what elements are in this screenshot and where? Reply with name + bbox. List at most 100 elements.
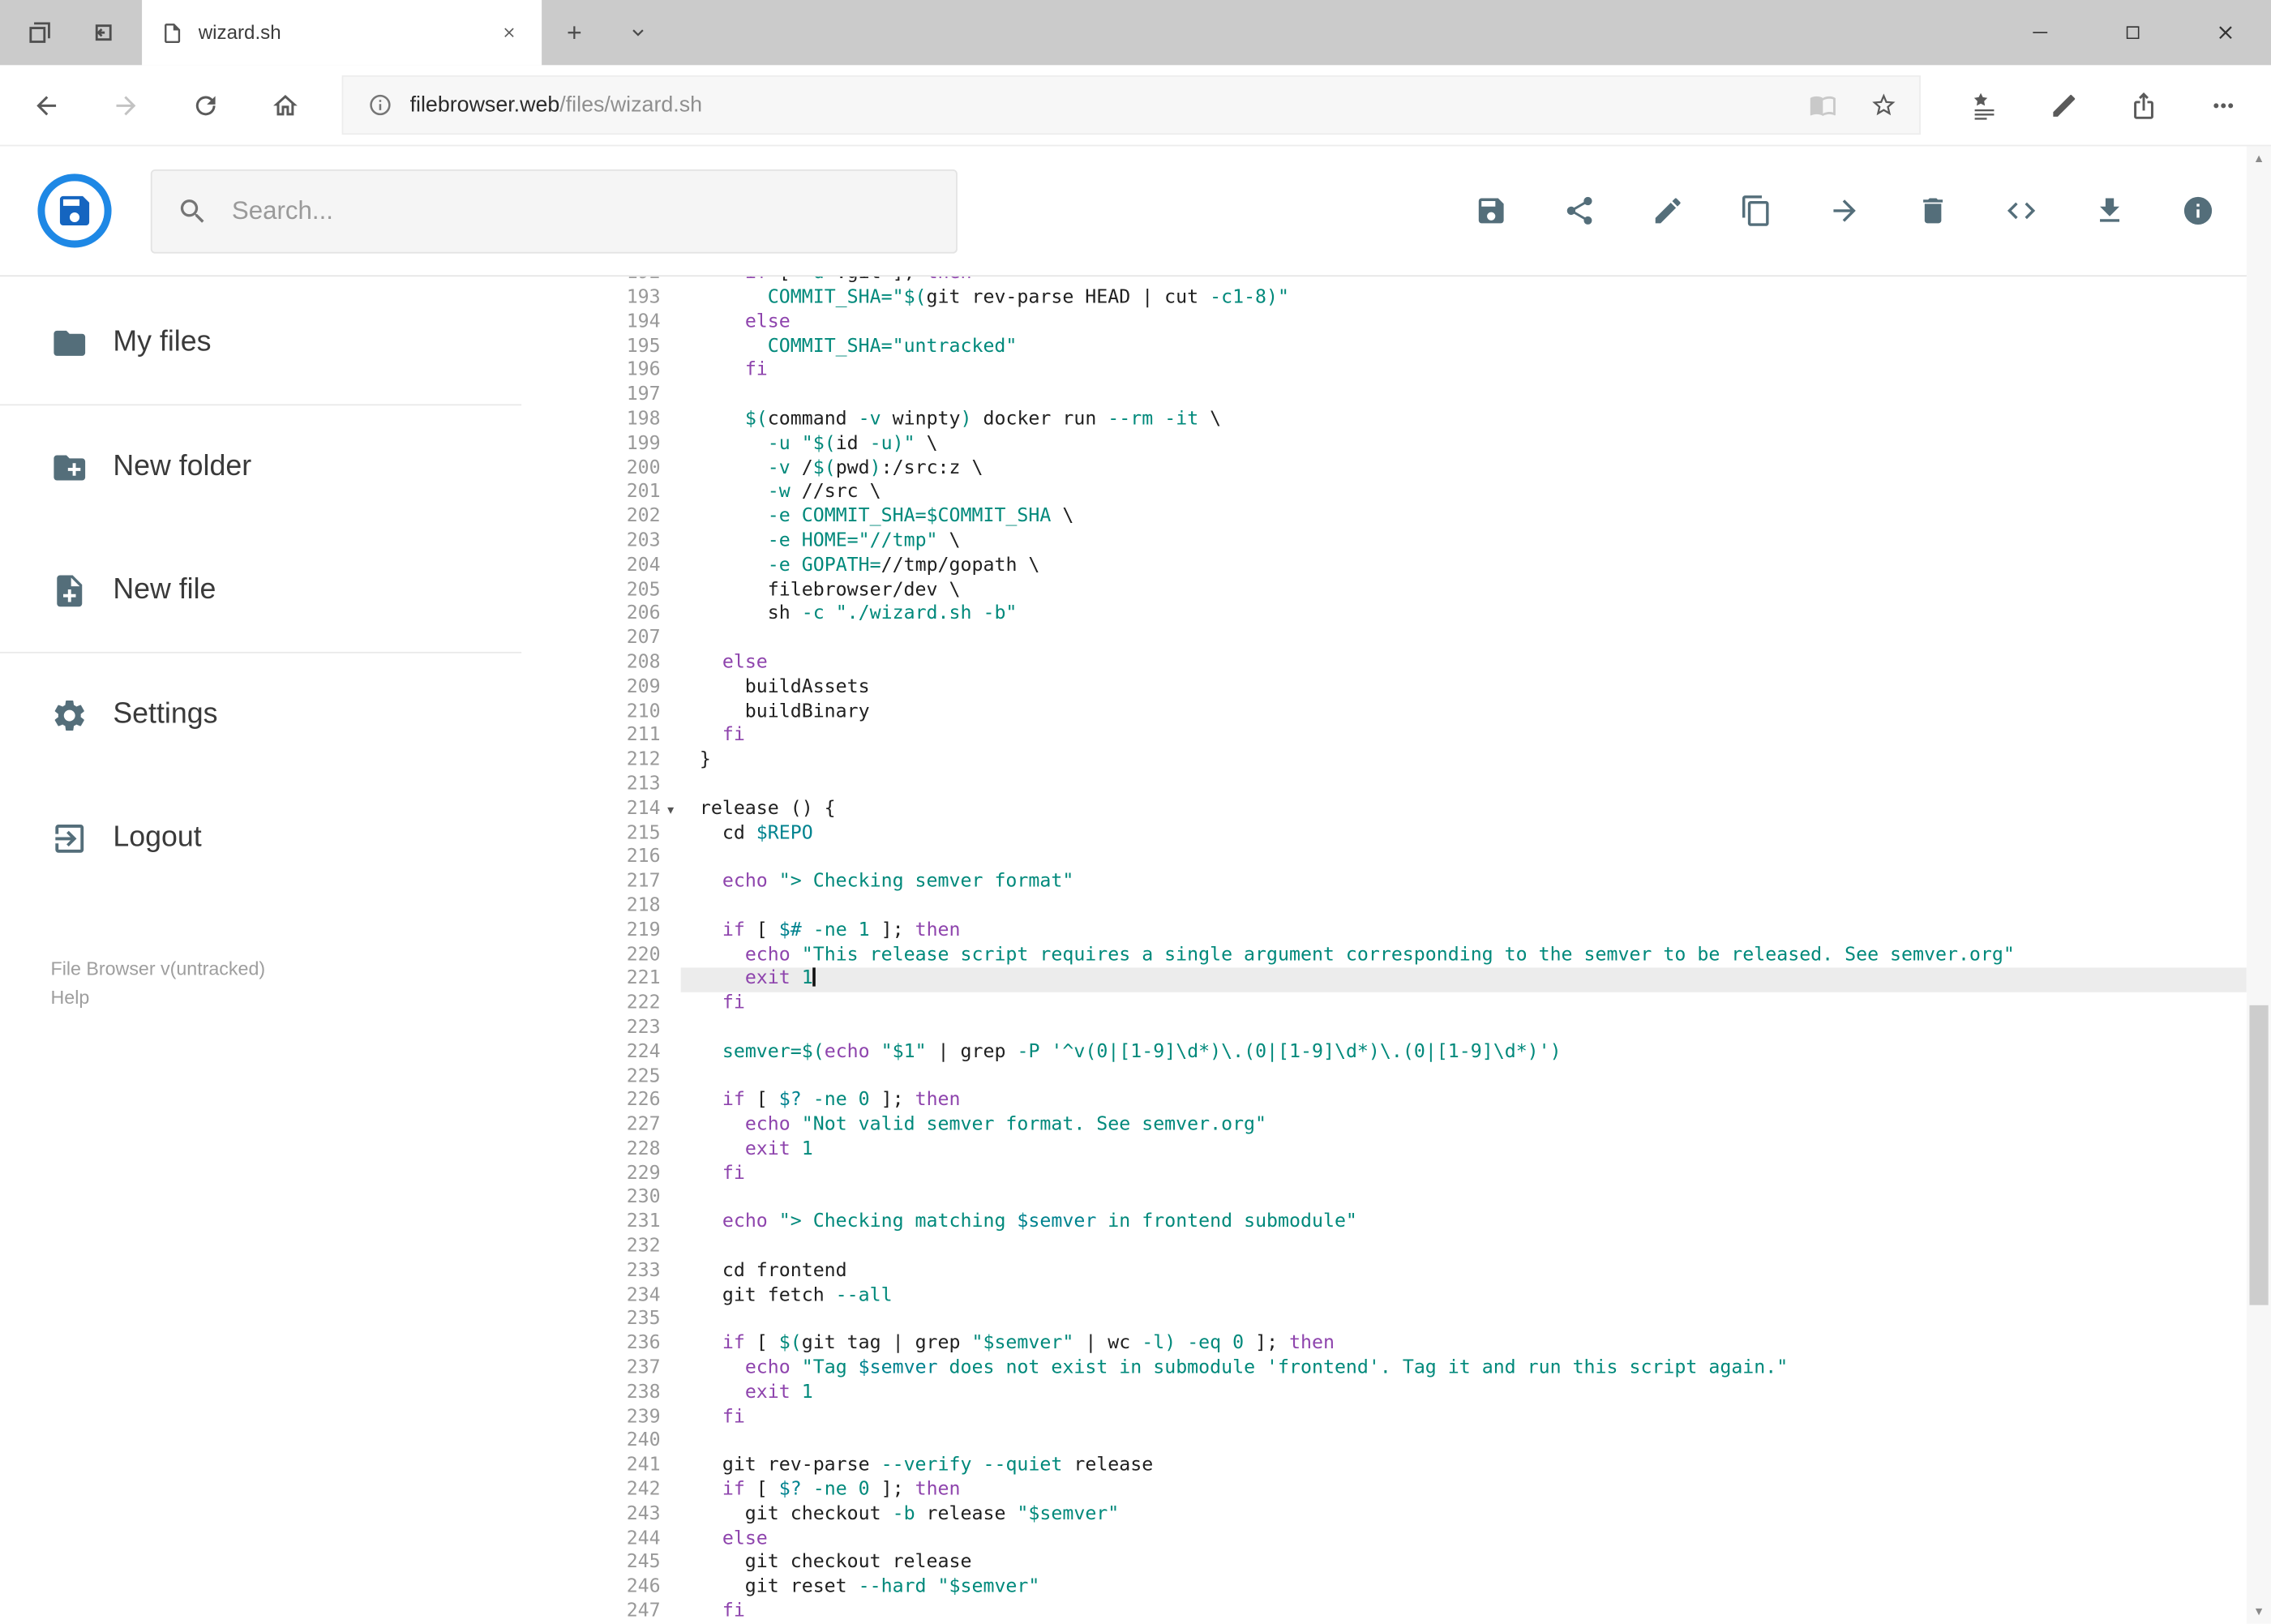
site-info-icon[interactable] (361, 77, 398, 134)
info-button[interactable] (2180, 193, 2215, 228)
search-box[interactable] (150, 169, 958, 253)
sidebar-item-my-files[interactable]: My files (0, 281, 521, 405)
share-button[interactable] (2103, 71, 2183, 140)
code-line[interactable]: 221 exit 1 (521, 967, 2247, 992)
save-button[interactable] (1473, 193, 1508, 228)
tab-close-button[interactable] (490, 14, 527, 51)
code-line[interactable]: 220 echo "This release script requires a… (521, 944, 2247, 968)
url-field[interactable]: filebrowser.web/files/wizard.sh (341, 75, 1921, 135)
code-line[interactable]: 203 -e HOME="//tmp" \ (521, 530, 2247, 555)
code-line[interactable]: 215 cd $REPO (521, 822, 2247, 846)
code-line[interactable]: 222 fi (521, 992, 2247, 1017)
code-line[interactable]: 239 fi (521, 1406, 2247, 1430)
code-line[interactable]: 204 -e GOPATH=//tmp/gopath \ (521, 555, 2247, 579)
code-line[interactable]: 216 (521, 846, 2247, 871)
raw-view-button[interactable] (2003, 193, 2038, 228)
code-line[interactable]: 205 filebrowser/dev \ (521, 579, 2247, 603)
scrollbar-down-button[interactable]: ▼ (2247, 1599, 2271, 1623)
sidebar-item-new-file[interactable]: New file (0, 529, 521, 652)
code-line[interactable]: 212} (521, 749, 2247, 773)
code-line[interactable]: 224 semver=$(echo "$1" | grep -P '^v(0|[… (521, 1041, 2247, 1065)
code-line[interactable]: 225 (521, 1065, 2247, 1090)
tabs-aside-button[interactable] (81, 11, 125, 54)
scrollbar-up-button[interactable]: ▲ (2247, 146, 2271, 170)
code-line[interactable]: 231 echo "> Checking matching $semver in… (521, 1211, 2247, 1236)
home-button[interactable] (245, 71, 324, 140)
browser-tab[interactable]: wizard.sh (142, 0, 542, 66)
code-line[interactable]: 235 (521, 1309, 2247, 1333)
code-line[interactable]: 206 sh -c "./wizard.sh -b" (521, 603, 2247, 628)
code-line[interactable]: 217 echo "> Checking semver format" (521, 871, 2247, 895)
code-line[interactable]: 209 buildAssets (521, 676, 2247, 701)
move-button[interactable] (1827, 193, 1862, 228)
refresh-button[interactable] (165, 71, 245, 140)
scrollbar-thumb[interactable] (2249, 1005, 2269, 1305)
code-line[interactable]: 213 (521, 773, 2247, 798)
code-line[interactable]: 192 if [ -d .git ]; then (521, 276, 2247, 287)
window-close-button[interactable] (2179, 0, 2271, 65)
code-line[interactable]: 236 if [ $(git tag | grep "$semver" | wc… (521, 1333, 2247, 1357)
code-line[interactable]: 241 git rev-parse --verify --quiet relea… (521, 1455, 2247, 1479)
code-line[interactable]: 245 git checkout release (521, 1552, 2247, 1576)
sidebar-item-logout[interactable]: Logout (0, 777, 521, 900)
code-line[interactable]: 196 fi (521, 360, 2247, 384)
vertical-scrollbar[interactable]: ▲ ▼ (2246, 146, 2271, 1624)
code-line[interactable]: 246 git reset --hard "$semver" (521, 1576, 2247, 1600)
tab-list-dropdown[interactable] (606, 0, 670, 65)
share-button[interactable] (1562, 193, 1596, 228)
minimize-button[interactable] (1993, 0, 2085, 65)
code-line[interactable]: 194 else (521, 311, 2247, 336)
code-line[interactable]: 234 git fetch --all (521, 1284, 2247, 1309)
sidebar-item-new-folder[interactable]: New folder (0, 405, 521, 529)
code-line[interactable]: 243 git checkout -b release "$semver" (521, 1503, 2247, 1528)
code-line[interactable]: 229 fi (521, 1163, 2247, 1187)
code-line[interactable]: 198 $(command -v winpty) docker run --rm… (521, 409, 2247, 433)
code-line[interactable]: 227 echo "Not valid semver format. See s… (521, 1114, 2247, 1138)
sidebar-item-settings[interactable]: Settings (0, 653, 521, 777)
forward-button[interactable] (85, 71, 165, 140)
code-editor[interactable]: 192 if [ -d .git ]; then193 COMMIT_SHA="… (521, 276, 2247, 1623)
code-line[interactable]: 193 COMMIT_SHA="$(git rev-parse HEAD | c… (521, 287, 2247, 311)
more-button[interactable] (2183, 71, 2262, 140)
new-tab-button[interactable] (542, 0, 606, 65)
app-logo[interactable] (37, 174, 112, 248)
code-line[interactable]: 242 if [ $? -ne 0 ]; then (521, 1479, 2247, 1503)
code-line[interactable]: 237 echo "Tag $semver does not exist in … (521, 1357, 2247, 1382)
download-button[interactable] (2092, 193, 2127, 228)
code-line[interactable]: 195 COMMIT_SHA="untracked" (521, 336, 2247, 360)
code-line[interactable]: 207 (521, 628, 2247, 652)
code-line[interactable]: 230 (521, 1187, 2247, 1211)
copy-button[interactable] (1738, 193, 1773, 228)
search-input[interactable] (229, 194, 932, 228)
maximize-button[interactable] (2086, 0, 2179, 65)
code-line[interactable]: 244 else (521, 1528, 2247, 1552)
code-line[interactable]: 228 exit 1 (521, 1138, 2247, 1163)
annotate-button[interactable] (2024, 71, 2103, 140)
code-line[interactable]: 218 (521, 895, 2247, 919)
help-link[interactable]: Help (51, 983, 266, 1013)
code-line[interactable]: 200 -v /$(pwd):/src:z \ (521, 457, 2247, 482)
back-button[interactable] (6, 71, 85, 140)
code-line[interactable]: 238 exit 1 (521, 1382, 2247, 1406)
hub-button[interactable] (1943, 71, 2023, 140)
code-line[interactable]: 210 buildBinary (521, 701, 2247, 725)
code-line[interactable]: 226 if [ $? -ne 0 ]; then (521, 1090, 2247, 1114)
code-line[interactable]: 240 (521, 1430, 2247, 1455)
code-line[interactable]: 232 (521, 1236, 2247, 1260)
favorite-star-button[interactable] (1853, 77, 1913, 134)
code-line[interactable]: 199 -u "$(id -u)" \ (521, 433, 2247, 457)
delete-button[interactable] (1915, 193, 1950, 228)
edit-button[interactable] (1650, 193, 1685, 228)
code-line[interactable]: 247 fi (521, 1600, 2247, 1624)
fold-arrow-icon[interactable]: ▾ (661, 798, 681, 822)
tab-preview-button[interactable] (17, 11, 61, 54)
code-line[interactable]: 197 (521, 384, 2247, 409)
code-line[interactable]: 201 -w //src \ (521, 482, 2247, 506)
reading-view-button[interactable] (1792, 77, 1853, 134)
code-line[interactable]: 223 (521, 1017, 2247, 1041)
code-line[interactable]: 211 fi (521, 725, 2247, 749)
code-line[interactable]: 208 else (521, 652, 2247, 676)
code-line[interactable]: 233 cd frontend (521, 1260, 2247, 1284)
code-line[interactable]: 202 -e COMMIT_SHA=$COMMIT_SHA \ (521, 506, 2247, 530)
code-line[interactable]: 214 ▾ release () { (521, 798, 2247, 822)
